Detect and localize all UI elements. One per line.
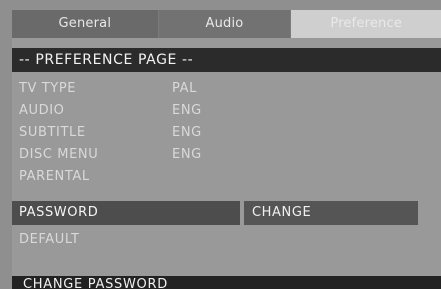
- menu-item-audio[interactable]: AUDIO ENG: [12, 100, 441, 122]
- menu-item-disc-menu[interactable]: DISC MENU ENG: [12, 144, 441, 166]
- menu-item-parental[interactable]: PARENTAL: [12, 166, 441, 188]
- menu-item-value: ENG: [172, 103, 202, 118]
- menu-item-label: DISC MENU: [19, 147, 99, 162]
- tab-preference[interactable]: Preference: [291, 10, 441, 38]
- menu-item-label: AUDIO: [19, 103, 65, 118]
- menu-item-label: TV TYPE: [19, 81, 77, 96]
- menu-item-value: PAL: [172, 81, 197, 96]
- tab-general[interactable]: General: [12, 10, 159, 38]
- change-password-option[interactable]: CHANGE: [244, 201, 418, 225]
- menu-item-label: SUBTITLE: [19, 125, 86, 140]
- setup-tabs: General Audio Preference: [12, 10, 441, 38]
- menu-item-subtitle[interactable]: SUBTITLE ENG: [12, 122, 441, 144]
- status-text: CHANGE PASSWORD: [23, 277, 168, 289]
- menu-item-value: ENG: [172, 147, 202, 162]
- menu-item-password[interactable]: PASSWORD CHANGE: [12, 201, 441, 225]
- menu-item-tv-type[interactable]: TV TYPE PAL: [12, 78, 441, 100]
- page-title: -- PREFERENCE PAGE --: [12, 48, 441, 72]
- status-bar: CHANGE PASSWORD: [12, 276, 441, 289]
- preference-panel: -- PREFERENCE PAGE -- TV TYPE PAL AUDIO …: [12, 38, 441, 289]
- menu-item-label: PARENTAL: [19, 169, 90, 184]
- dvd-setup-screen: General Audio Preference -- PREFERENCE P…: [0, 0, 441, 289]
- tab-audio[interactable]: Audio: [158, 10, 292, 38]
- menu-item-label: PASSWORD: [19, 205, 99, 220]
- menu-item-label: DEFAULT: [19, 232, 80, 247]
- menu-item-default[interactable]: DEFAULT: [12, 229, 441, 251]
- menu-item-value: ENG: [172, 125, 202, 140]
